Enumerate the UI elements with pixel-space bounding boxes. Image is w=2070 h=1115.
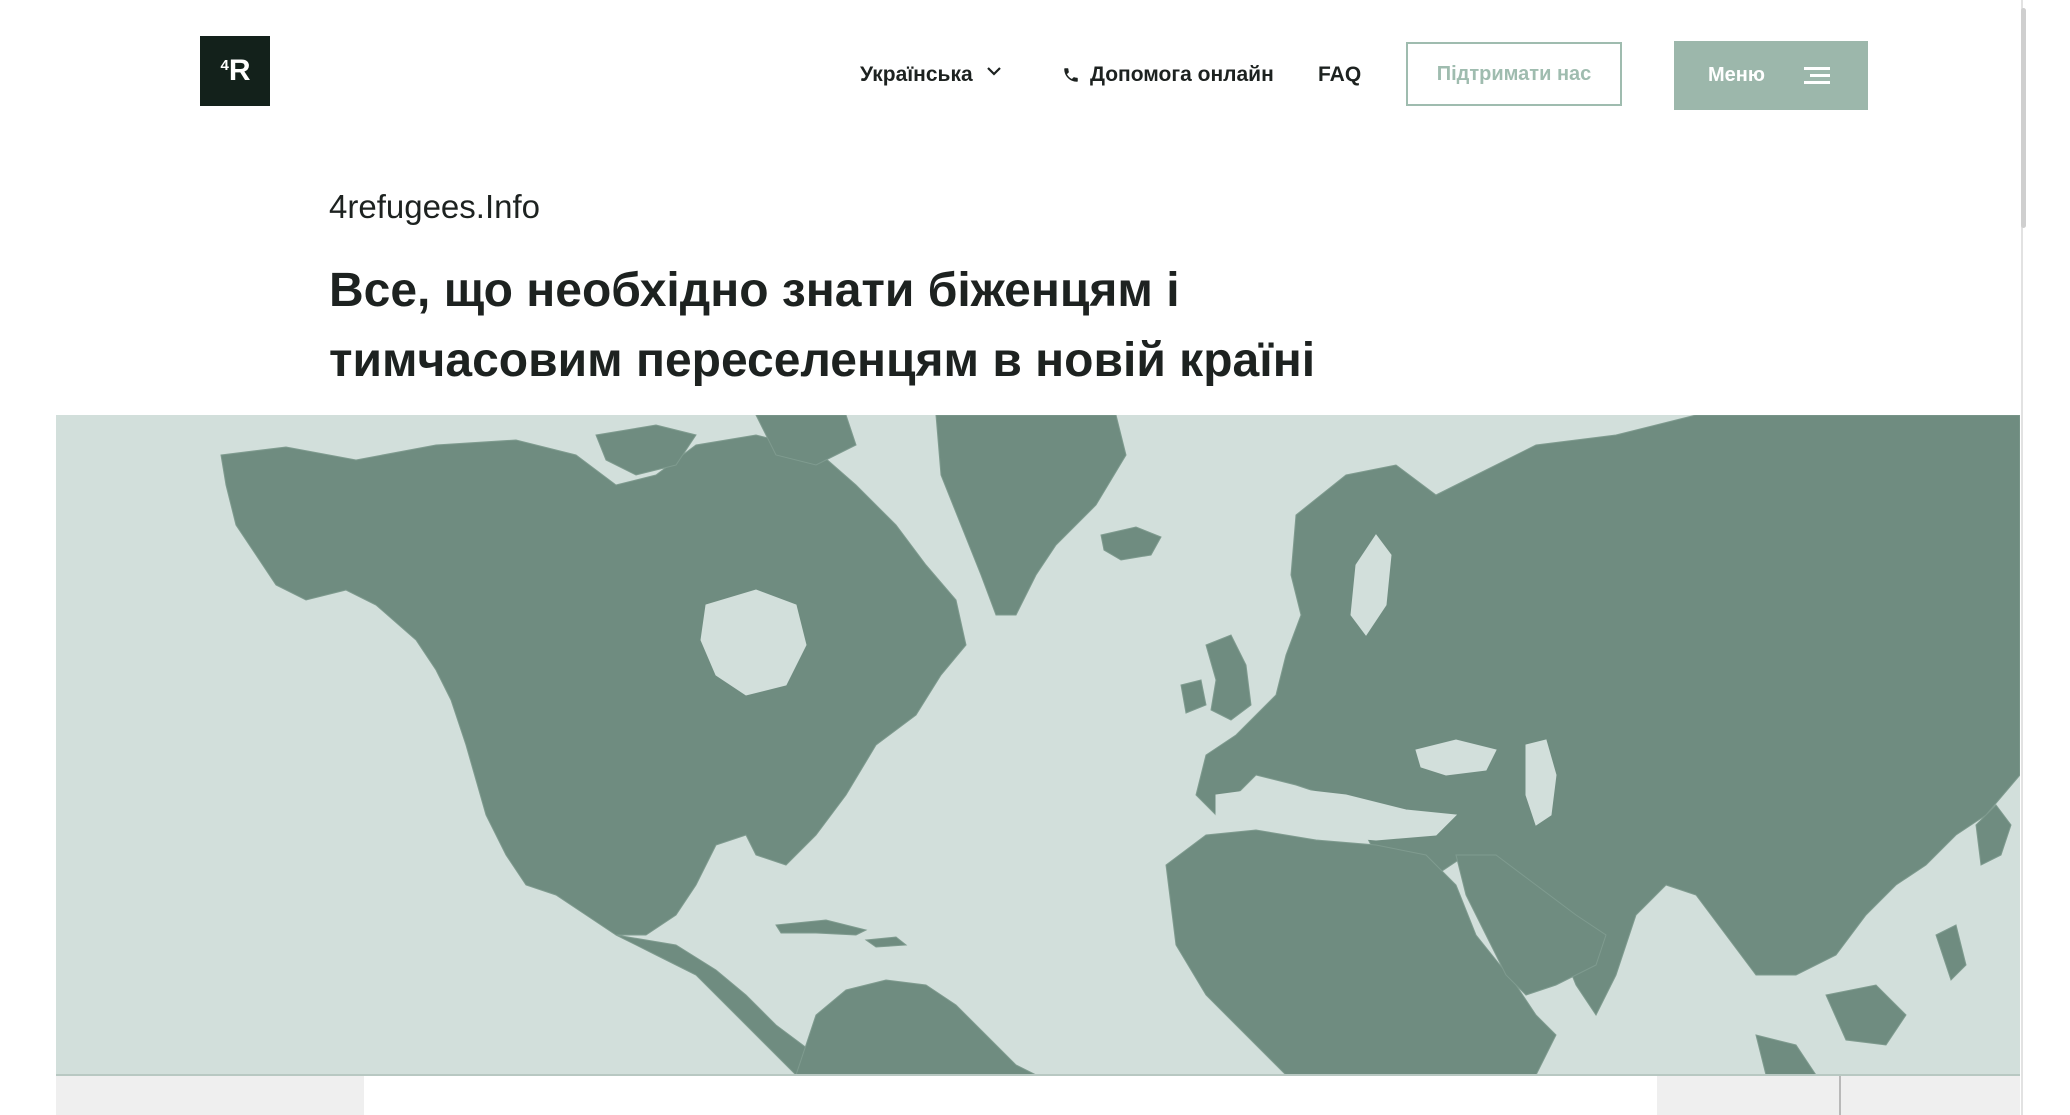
land-ireland <box>1180 679 1207 714</box>
land-iceland <box>1100 526 1162 561</box>
bottom-panel-center <box>364 1076 1657 1115</box>
faq-link[interactable]: FAQ <box>1318 40 1361 110</box>
chevron-down-icon <box>986 64 1001 78</box>
land-caribbean <box>775 919 868 936</box>
land-se-asia-islands <box>1825 984 1907 1046</box>
bottom-panel-right-a <box>1657 1076 1839 1115</box>
land-central-america <box>615 934 827 1075</box>
world-map <box>56 415 2020 1075</box>
land-greenland <box>935 415 1127 616</box>
scrollbar-thumb[interactable] <box>2021 8 2026 228</box>
land-philippines <box>1935 924 1967 981</box>
land-caribbean-2 <box>864 936 908 948</box>
faq-label: FAQ <box>1318 63 1362 86</box>
menu-button[interactable]: Меню <box>1674 41 1868 110</box>
site-name: 4refugees.Info <box>329 188 540 225</box>
help-label: Допомога онлайн <box>1090 63 1274 86</box>
logo-letter: R <box>228 54 251 87</box>
language-label: Українська <box>860 63 973 86</box>
land-south-america <box>795 979 1037 1075</box>
phone-icon <box>1062 66 1080 84</box>
page: 4R Українська Допомога онлайн FAQ Підтри… <box>0 0 2070 1115</box>
hero-title-line-2: тимчасовим переселенцям в новій країні <box>329 334 1316 387</box>
hamburger-icon <box>1804 66 1830 85</box>
help-online-link[interactable]: Допомога онлайн <box>1062 40 1274 110</box>
hero-title-line-1: Все, що необхідно знати біженцям і <box>329 264 1180 317</box>
bottom-panel-left <box>56 1076 364 1115</box>
hero-title: Все, що необхідно знати біженцям і тимча… <box>329 256 1429 396</box>
menu-label: Меню <box>1708 64 1765 86</box>
land-sumatra <box>1755 1034 1817 1075</box>
language-selector[interactable]: Українська <box>860 40 1001 110</box>
world-map-graphic <box>220 415 2020 1075</box>
site-logo[interactable]: 4R <box>200 36 270 106</box>
logo-superscript: 4 <box>220 56 228 74</box>
support-label: Підтримати нас <box>1436 62 1592 85</box>
land-uk <box>1205 634 1252 721</box>
bottom-panel-right-b <box>1841 1076 2020 1115</box>
land-north-america <box>220 434 967 936</box>
support-us-button[interactable]: Підтримати нас <box>1406 42 1622 106</box>
